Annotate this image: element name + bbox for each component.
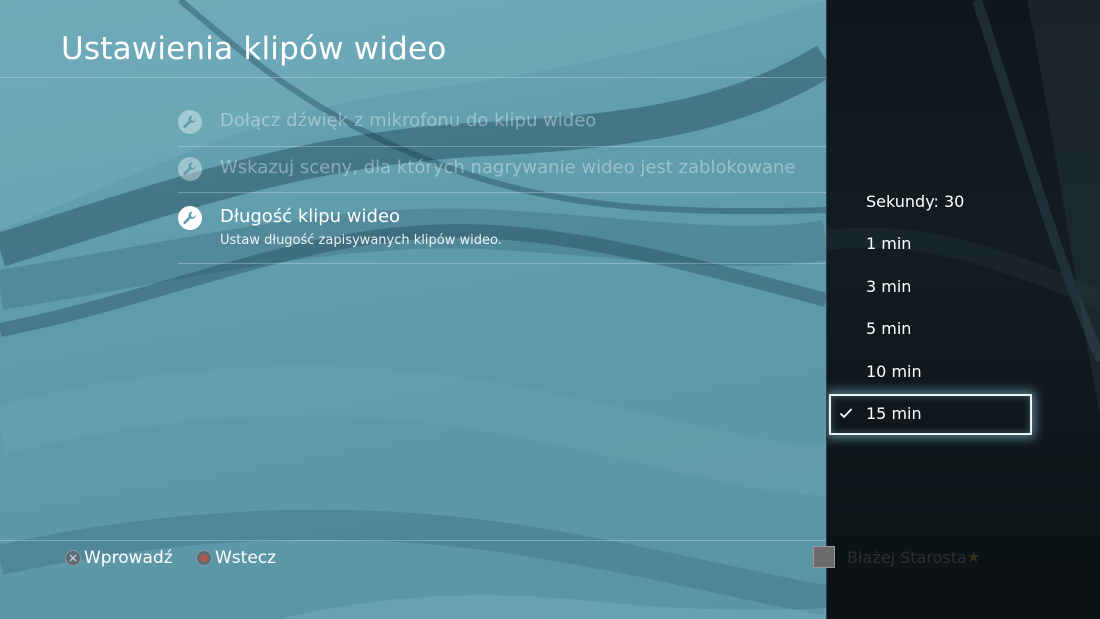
background-waves xyxy=(0,0,826,619)
wrench-icon xyxy=(178,110,202,134)
cross-button-icon xyxy=(65,550,81,566)
option-30-seconds[interactable]: Sekundy: 30 xyxy=(866,192,964,211)
menu-item-clip-length[interactable]: Długość klipu wideo Ustaw długość zapisy… xyxy=(178,204,818,260)
back-button[interactable]: Wstecz xyxy=(196,548,276,568)
star-icon: ★ xyxy=(967,548,981,566)
option-5-min[interactable]: 5 min xyxy=(866,319,911,338)
enter-label: Wprowadź xyxy=(84,548,173,568)
menu-item-blocked-scenes[interactable]: Wskazuj sceny, dla których nagrywanie wi… xyxy=(178,156,818,192)
selection-highlight xyxy=(829,394,1032,435)
settings-area: Ustawienia klipów wideo Dołącz dźwięk z … xyxy=(0,0,826,619)
title-divider xyxy=(0,77,826,78)
back-label: Wstecz xyxy=(215,548,277,568)
checkmark-icon xyxy=(839,408,853,419)
wrench-icon xyxy=(178,206,202,230)
option-1-min[interactable]: 1 min xyxy=(866,234,911,253)
menu-divider xyxy=(178,263,826,264)
options-panel: Sekundy: 30 1 min 3 min 5 min 10 min 15 … xyxy=(826,0,1100,619)
option-3-min[interactable]: 3 min xyxy=(866,277,911,296)
menu-item-microphone-audio[interactable]: Dołącz dźwięk z mikrofonu do klipu wideo xyxy=(178,108,818,144)
menu-item-label: Dołącz dźwięk z mikrofonu do klipu wideo xyxy=(220,110,597,131)
menu-item-label: Długość klipu wideo xyxy=(220,206,401,227)
menu-divider xyxy=(178,192,826,193)
menu-divider xyxy=(178,146,826,147)
option-10-min[interactable]: 10 min xyxy=(866,362,922,381)
ps4-screen: Ustawienia klipów wideo Dołącz dźwięk z … xyxy=(0,0,1100,619)
circle-button-icon xyxy=(196,550,212,566)
user-avatar xyxy=(813,546,835,568)
menu-item-description: Ustaw długość zapisywanych klipów wideo. xyxy=(220,233,502,248)
panel-background xyxy=(827,0,1100,415)
menu-item-label: Wskazuj sceny, dla których nagrywanie wi… xyxy=(220,157,796,178)
user-name: Błażej Starosta xyxy=(847,548,967,567)
footer-divider xyxy=(0,540,826,541)
page-title: Ustawienia klipów wideo xyxy=(61,31,447,67)
wrench-icon xyxy=(178,157,202,181)
option-15-min[interactable]: 15 min xyxy=(866,404,922,423)
enter-button[interactable]: Wprowadź xyxy=(65,548,173,568)
